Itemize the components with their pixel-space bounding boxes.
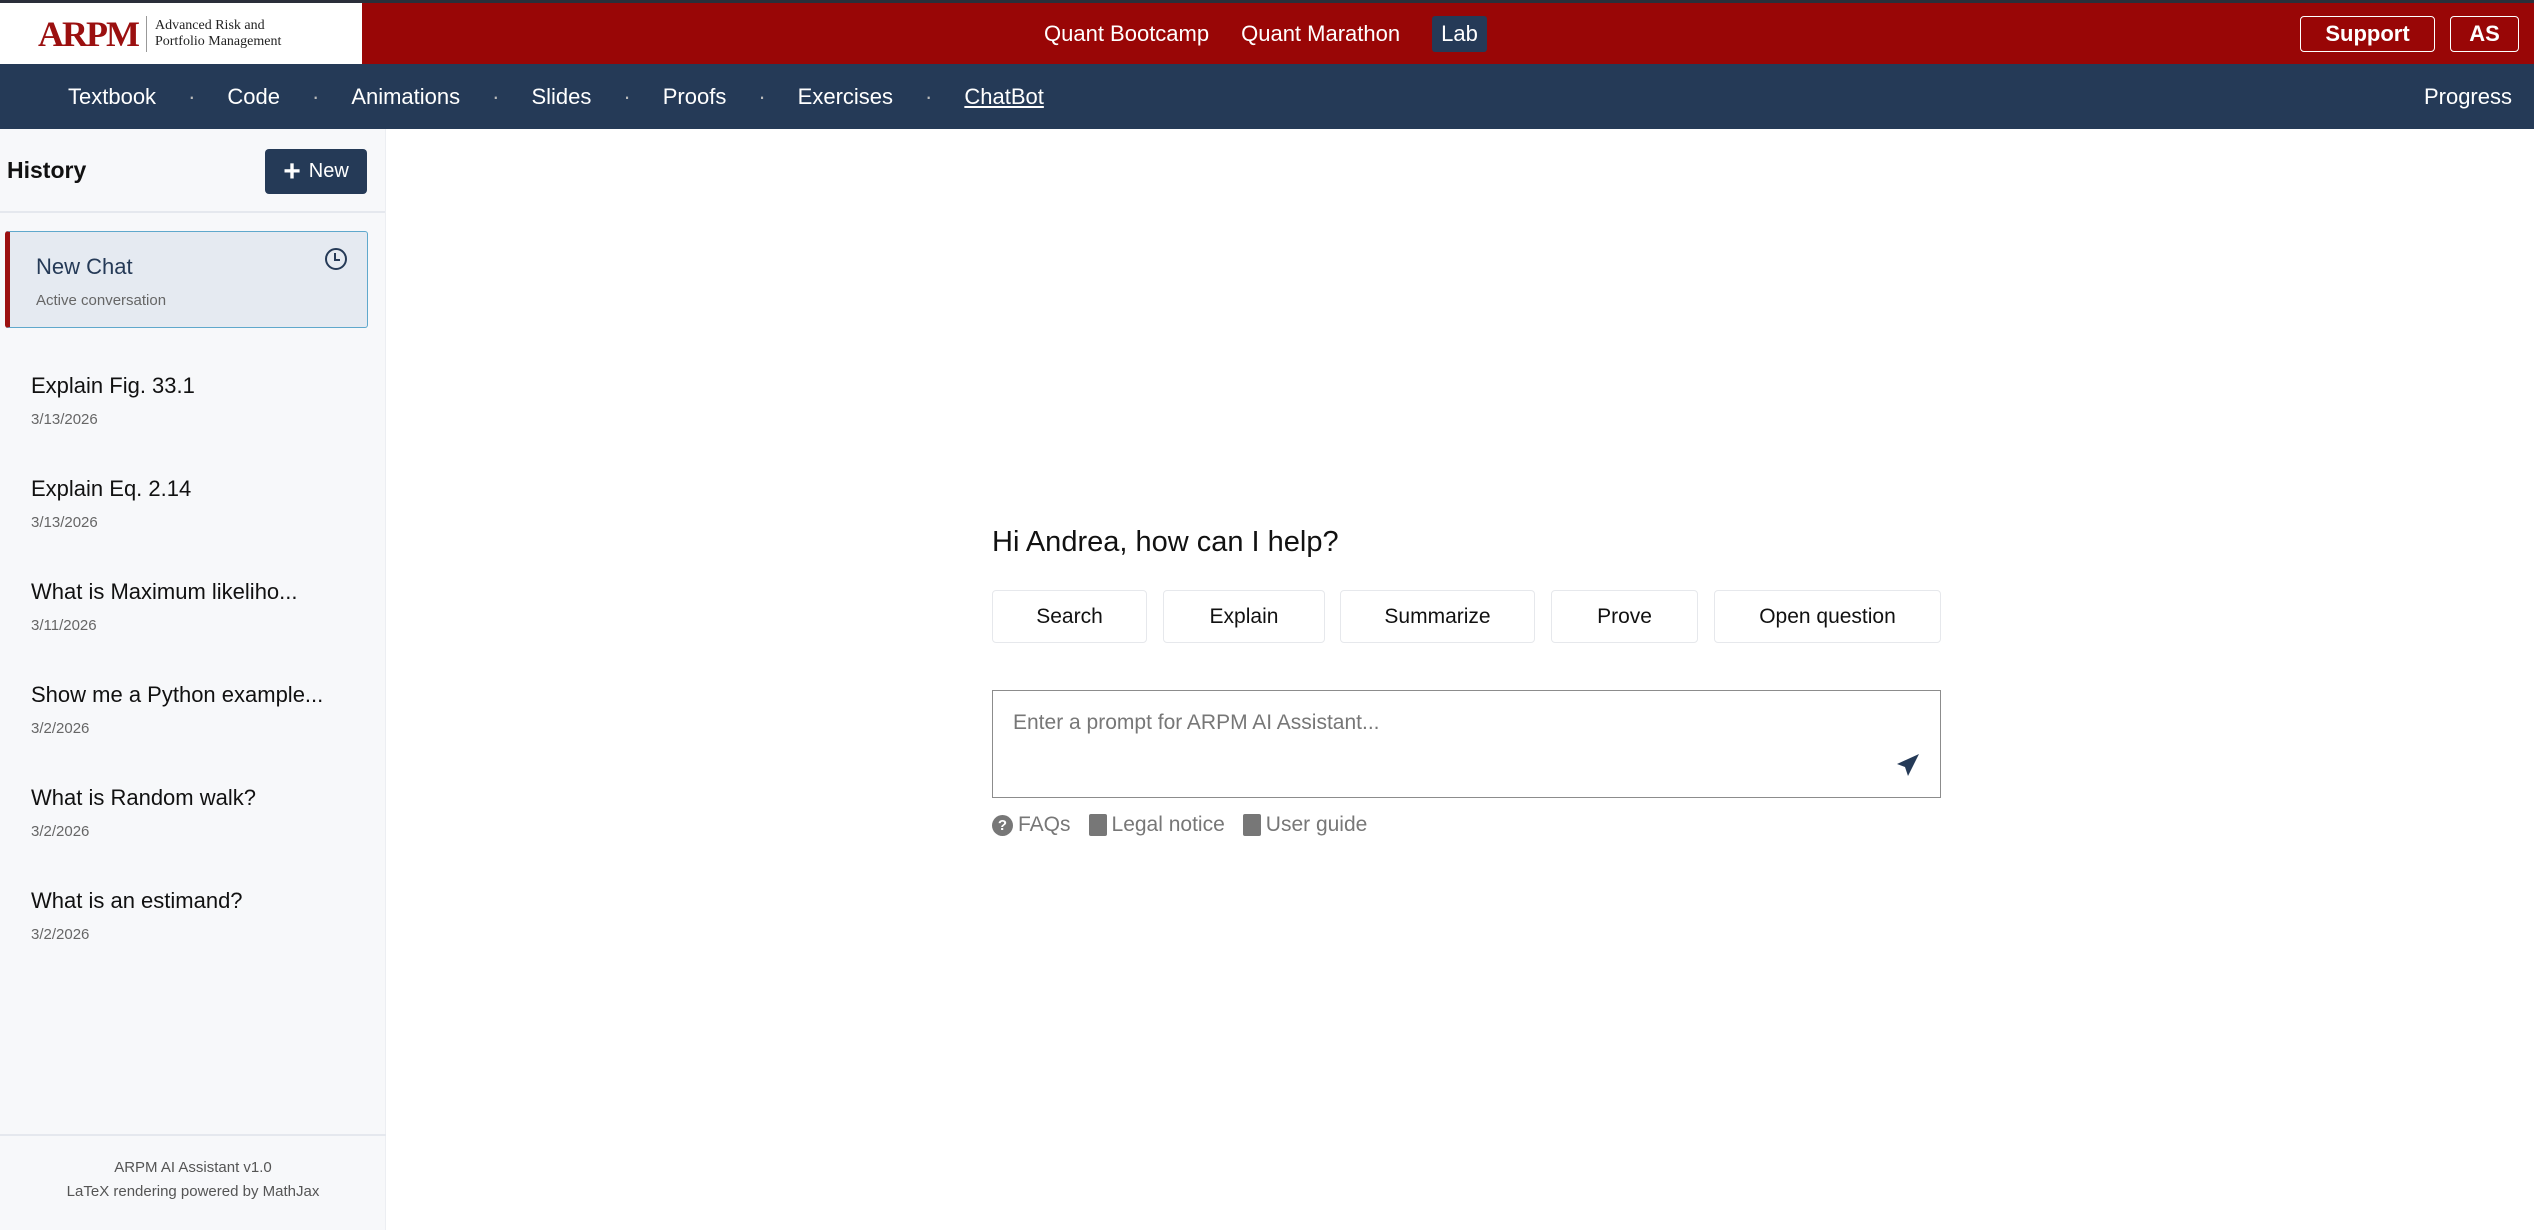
history-title: History [7,157,87,183]
user-guide-link[interactable]: User guide [1242,813,1367,837]
history-item[interactable]: Explain Fig. 33.1 3/13/2026 [5,351,368,448]
prove-button[interactable]: Prove [1551,590,1698,643]
arpm-logo[interactable]: ARPM Advanced Risk and Portfolio Manageme… [0,3,362,64]
nav-progress[interactable]: Progress [2424,84,2512,110]
new-chat-button[interactable]: + New [265,149,367,194]
section-nav: Textbook · Code · Animations · Slides · Proo… [0,64,2534,129]
clock-icon [325,248,347,270]
support-button[interactable]: Support [2300,16,2435,52]
history-item[interactable]: What is an estimand? 3/2/2026 [5,866,368,963]
top-nav: Quant Bootcamp Quant Marathon Lab [1044,3,1487,64]
nav-code[interactable]: Code [227,84,280,110]
prompt-box [992,690,1941,798]
top-bar: ARPM Advanced Risk and Portfolio Manageme… [0,0,2534,64]
nav-slides[interactable]: Slides [531,84,591,110]
legal-notice-link[interactable]: Legal notice [1088,813,1225,837]
prompt-input[interactable] [1013,711,1813,735]
search-button[interactable]: Search [992,590,1147,643]
nav-exercises[interactable]: Exercises [798,84,893,110]
quant-marathon-link[interactable]: Quant Marathon [1241,21,1400,47]
nav-chatbot[interactable]: ChatBot [964,84,1044,110]
history-item[interactable]: What is Random walk? 3/2/2026 [5,763,368,860]
nav-textbook[interactable]: Textbook [68,84,156,110]
plus-icon: + [283,154,301,188]
help-links: ? FAQs Legal notice User guide [992,813,1367,837]
history-item[interactable]: What is Maximum likeliho... 3/11/2026 [5,557,368,654]
nav-animations[interactable]: Animations [351,84,460,110]
history-item[interactable]: Explain Eq. 2.14 3/13/2026 [5,454,368,551]
user-avatar-button[interactable]: AS [2450,16,2519,52]
greeting: Hi Andrea, how can I help? [992,526,1339,558]
document-icon [1088,814,1107,836]
history-item[interactable]: Show me a Python example... 3/2/2026 [5,660,368,757]
nav-proofs[interactable]: Proofs [663,84,727,110]
quant-bootcamp-link[interactable]: Quant Bootcamp [1044,21,1209,47]
sidebar-footer: ARPM AI Assistant v1.0 LaTeX rendering p… [0,1134,386,1204]
history-item-active[interactable]: New Chat Active conversation [5,231,368,328]
history-sidebar: History + New New Chat Active conversatio… [0,129,386,1230]
book-icon [1242,814,1261,836]
history-header: History + New [0,129,385,213]
faqs-link[interactable]: ? FAQs [992,813,1071,837]
open-question-button[interactable]: Open question [1714,590,1941,643]
lab-link[interactable]: Lab [1432,15,1487,52]
explain-button[interactable]: Explain [1163,590,1325,643]
summarize-button[interactable]: Summarize [1340,590,1535,643]
question-circle-icon: ? [992,814,1013,836]
send-icon[interactable] [1896,753,1920,777]
